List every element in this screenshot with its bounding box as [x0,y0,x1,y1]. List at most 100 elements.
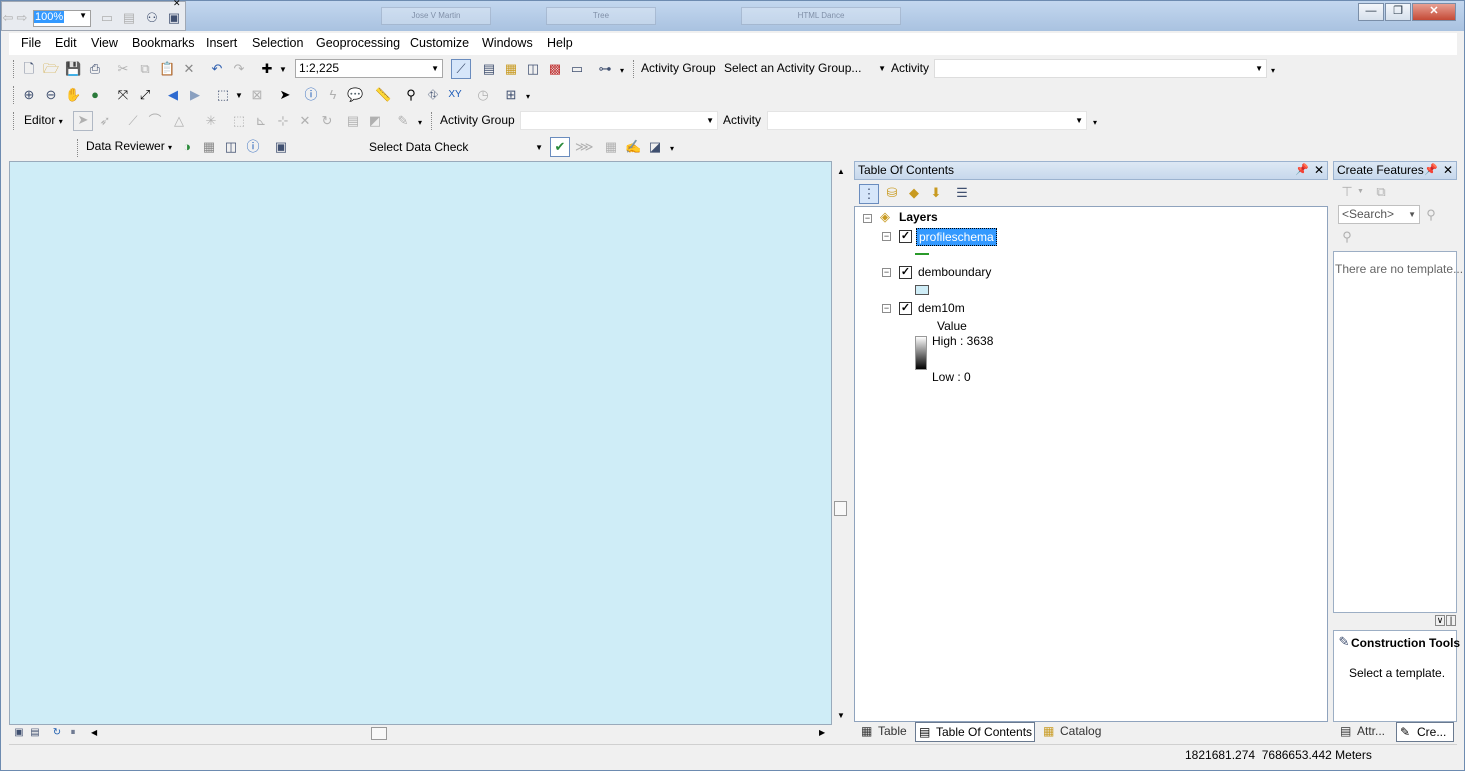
data-check-dropdown[interactable]: Select Data Check ▼ [369,138,543,157]
trace-icon[interactable]: △ [171,113,187,129]
chevron-down-icon[interactable]: ▼ [279,65,287,74]
page-layout-icon[interactable]: ▤ [121,10,137,26]
panel-splitter[interactable]: ∨ | [1333,613,1457,630]
collapse-icon[interactable]: − [882,304,891,313]
cut-polygons-icon[interactable]: ⊹ [275,113,291,129]
reviewer-identify-icon[interactable]: ⓘ [245,139,261,155]
collapse-icon[interactable]: − [882,268,891,277]
point-icon[interactable]: ✳ [203,113,219,129]
reviewer-write-icon[interactable]: ✍ [625,139,641,155]
activity-dropdown[interactable]: ▼ [934,59,1267,78]
scroll-right-icon[interactable]: ▶ [819,728,825,737]
collapse-icon[interactable]: − [863,214,872,223]
split-icon[interactable]: ✕ [297,113,313,129]
copy-icon[interactable]: ⧉ [137,61,153,77]
rotate-icon[interactable]: ↻ [319,113,335,129]
menu-bookmarks[interactable]: Bookmarks [132,36,195,50]
print-preview-icon[interactable]: ▣ [166,10,182,26]
pane-toggle-icon[interactable]: | [1446,615,1456,626]
check-properties-icon[interactable]: ⋙ [575,139,594,155]
zoom-out-icon[interactable]: ⊖ [43,87,59,103]
find-route-icon[interactable]: ⛗ [425,87,441,103]
menu-insert[interactable]: Insert [206,36,237,50]
tab-table-of-contents[interactable]: ▤ Table Of Contents [915,722,1035,742]
binoculars-icon[interactable]: ⚇ [144,10,160,26]
chevron-down-icon[interactable]: ▼ [1357,188,1364,195]
clear-selection-icon[interactable]: ⊠ [249,87,265,103]
catalog-icon[interactable]: ▦ [503,61,519,77]
scroll-up-icon[interactable]: ▲ [837,167,845,176]
menu-file[interactable]: File [21,36,41,50]
attributes-icon[interactable]: ▤ [345,113,361,129]
fixed-zoom-out-icon[interactable]: ⤢ [137,87,153,103]
menu-edit[interactable]: Edit [55,36,77,50]
menu-view[interactable]: View [91,36,118,50]
activity-dropdown[interactable]: ▼ [767,111,1087,130]
toolbar-options-icon[interactable]: ▾ [526,92,530,101]
straight-segment-icon[interactable]: ⟋ [125,113,141,129]
open-folder-icon[interactable]: 🗁 [43,61,59,77]
activity-group-dropdown[interactable]: Select an Activity Group... ▼ [724,59,886,78]
end-point-arc-icon[interactable]: ⌒ [147,113,163,129]
reviewer-browse-icon[interactable]: ◫ [223,139,239,155]
layers-root-label[interactable]: Layers [899,210,938,224]
toc-options-icon[interactable]: ☰ [954,185,970,201]
identify-icon[interactable]: ⓘ [303,87,319,103]
measure-icon[interactable]: 📏 [375,87,391,103]
menu-selection[interactable]: Selection [252,36,303,50]
edit-vertices-icon[interactable]: ⬚ [231,113,247,129]
reviewer-batch-icon[interactable]: ▣ [273,139,289,155]
expand-icon[interactable]: ∨ [1435,615,1445,626]
minimize-button[interactable]: — [1358,3,1384,21]
close-button[interactable]: ✕ [1412,3,1456,21]
find-icon[interactable]: ⚲ [403,87,419,103]
template-search-dropdown[interactable]: <Search> ▼ [1338,205,1420,224]
reviewer-options-icon[interactable]: ◪ [647,139,663,155]
select-elements-icon[interactable]: ➤ [277,87,293,103]
reviewer-session-icon[interactable]: ◑ [179,139,195,155]
go-to-xy-icon[interactable]: XY [447,87,463,103]
close-icon[interactable]: ✕ [1314,162,1324,179]
forward-extent-icon[interactable]: ▶ [187,87,203,103]
toolbar-options-icon[interactable]: ▾ [1271,66,1275,75]
pause-icon[interactable]: ⏸ [65,725,81,741]
zoom-in-icon[interactable]: ⊕ [21,87,37,103]
reviewer-table-icon[interactable]: ▦ [201,139,217,155]
pin-icon[interactable]: 📌 [1424,162,1438,179]
template-properties-icon[interactable]: ⧉ [1373,184,1389,200]
list-by-source-icon[interactable]: ⛁ [884,185,900,201]
toolbar-grip[interactable] [633,60,636,78]
create-viewer-icon[interactable]: ⊞ [503,87,519,103]
reshape-icon[interactable]: ⊾ [253,113,269,129]
scroll-down-icon[interactable]: ▼ [837,711,845,720]
list-by-visibility-icon[interactable]: ◆ [906,185,922,201]
tab-table[interactable]: ▦ Table [858,722,907,742]
cut-icon[interactable]: ✂ [115,61,131,77]
pin-icon[interactable]: 📌 [1295,162,1309,179]
toolbar-options-icon[interactable]: ▾ [670,144,674,153]
table-of-contents-icon[interactable]: ▤ [481,61,497,77]
edit-tool-icon[interactable]: ➤ [73,111,93,131]
editor-toolbar-icon[interactable]: ⟋ [451,59,471,79]
hyperlink-icon[interactable]: ϟ [325,87,341,103]
paste-icon[interactable]: 📋 [159,61,175,77]
full-extent-icon[interactable]: ● [87,87,103,103]
back-extent-icon[interactable]: ◀ [165,87,181,103]
data-reviewer-menu[interactable]: Data Reviewer ▾ [86,137,172,157]
data-view-icon[interactable]: ▤ [27,725,43,741]
scroll-left-icon[interactable]: ◀ [91,728,97,737]
reviewer-results-icon[interactable]: ▦ [603,139,619,155]
activity-group-dropdown[interactable]: ▼ [520,111,718,130]
sketch-properties-icon[interactable]: ◩ [367,113,383,129]
refresh-icon[interactable]: ↻ [49,725,65,741]
annotation-edit-icon[interactable]: ➶ [97,113,113,129]
organize-templates-icon[interactable]: ⊤ [1339,184,1355,200]
menu-windows[interactable]: Windows [482,36,533,50]
layout-view-icon[interactable]: ▣ [11,725,27,741]
search-icon[interactable]: ⚲ [1423,207,1439,223]
fixed-zoom-in-icon[interactable]: ⤧ [115,87,131,103]
layer-name-profileschema[interactable]: profileschema [916,228,997,246]
add-data-icon[interactable]: ✚ [259,61,275,77]
close-icon[interactable]: ✕ [1443,162,1453,179]
tab-catalog[interactable]: ▦ Catalog [1040,722,1101,742]
